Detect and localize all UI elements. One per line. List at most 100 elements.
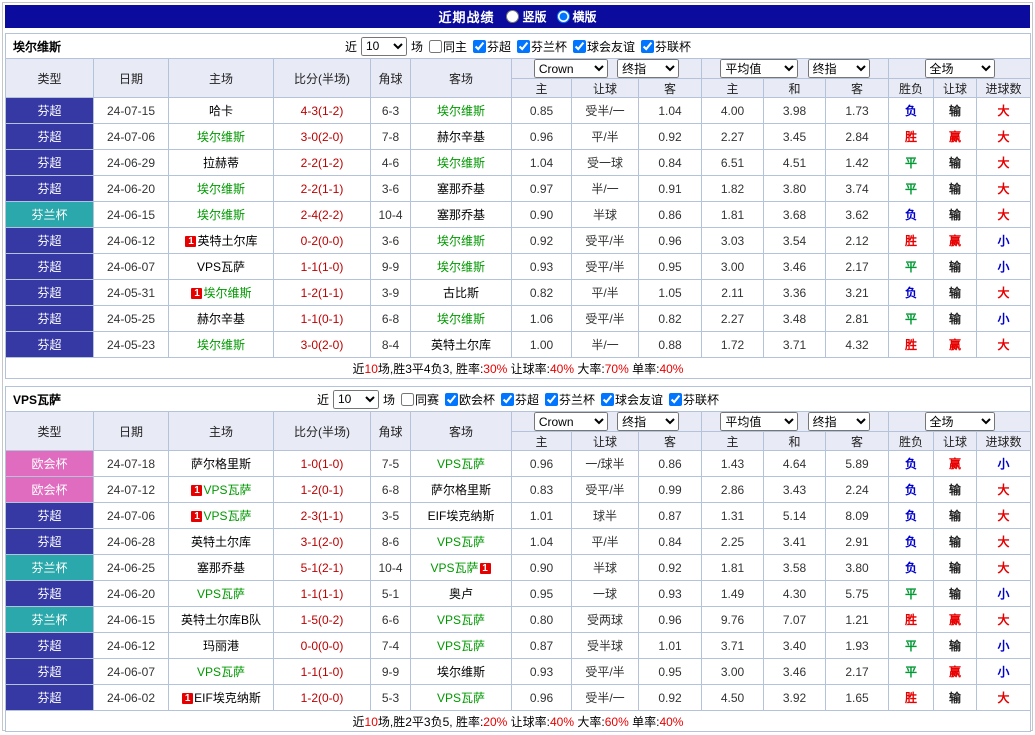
match-row: 欧会杯24-07-121VPS瓦萨1-2(0-1)6-8萨尔格里斯0.83受平/… <box>6 477 1031 503</box>
goals-result-cell: 大 <box>977 280 1031 306</box>
league-type-cell: 芬超 <box>6 685 94 711</box>
match-row: 芬超24-06-07VPS瓦萨1-1(1-0)9-9埃尔维斯0.93受平/半0.… <box>6 659 1031 685</box>
handicap-result-cell: 输 <box>934 503 977 529</box>
filter-checkbox[interactable] <box>517 40 530 53</box>
col-header-away: 客场 <box>411 59 512 98</box>
filter-芬联杯[interactable]: 芬联杯 <box>669 391 719 408</box>
odds-stage-select[interactable]: 终指 <box>617 59 679 78</box>
filter-checkbox[interactable] <box>573 40 586 53</box>
filter-芬兰杯[interactable]: 芬兰杯 <box>517 38 567 55</box>
fulltime-select[interactable]: 全场 <box>925 59 995 78</box>
result-cell: 负 <box>889 451 934 477</box>
away-team-cell: 塞那乔基 <box>411 176 512 202</box>
filter-label: 芬超 <box>487 38 511 55</box>
filter-checkbox[interactable] <box>473 40 486 53</box>
avg-draw-cell: 3.40 <box>764 633 826 659</box>
average-select[interactable]: 平均值 <box>720 59 798 78</box>
col-header-away: 客场 <box>411 412 512 451</box>
match-date-cell: 24-07-06 <box>94 124 169 150</box>
home-team-cell: 1埃尔维斯 <box>169 280 274 306</box>
summary-part: 近 <box>353 362 365 376</box>
match-count-select[interactable]: 10 <box>361 37 407 56</box>
away-team-cell: VPS瓦萨 <box>411 529 512 555</box>
handicap-line-cell: 受平/半 <box>572 306 639 332</box>
filter-checkbox[interactable] <box>445 393 458 406</box>
away-team-cell: VPS瓦萨 <box>411 451 512 477</box>
filter-checkbox[interactable] <box>601 393 614 406</box>
filter-同赛[interactable]: 同赛 <box>401 391 439 408</box>
col-header-odds-away: 客 <box>639 432 702 451</box>
odds-home-cell: 0.97 <box>512 176 572 202</box>
bookmaker-select[interactable]: Crown <box>534 59 608 78</box>
team-name: VPS瓦萨 <box>13 391 61 408</box>
filter-芬兰杯[interactable]: 芬兰杯 <box>545 391 595 408</box>
avg-stage-select[interactable]: 终指 <box>808 412 870 431</box>
home-team-name: 拉赫蒂 <box>203 156 239 170</box>
avg-away-cell: 3.62 <box>826 202 889 228</box>
filter-checkbox[interactable] <box>545 393 558 406</box>
result-cell: 负 <box>889 280 934 306</box>
summary-part: 场,胜3平4负3, <box>378 362 456 376</box>
odds-away-cell: 0.93 <box>639 581 702 607</box>
odds-home-cell: 1.01 <box>512 503 572 529</box>
bookmaker-select[interactable]: Crown <box>534 412 608 431</box>
avg-stage-select[interactable]: 终指 <box>808 59 870 78</box>
title-bar: 近期战绩 竖版横版 <box>5 5 1030 28</box>
corner-cell: 5-1 <box>371 581 411 607</box>
layout-option-vertical[interactable]: 竖版 <box>506 8 546 25</box>
filter-芬联杯[interactable]: 芬联杯 <box>641 38 691 55</box>
match-row: 芬兰杯24-06-25塞那乔基5-1(2-1)10-4VPS瓦萨10.90半球0… <box>6 555 1031 581</box>
handicap-line-cell: 半/一 <box>572 332 639 358</box>
corner-cell: 5-3 <box>371 685 411 711</box>
filter-label: 芬超 <box>515 391 539 408</box>
home-team-name: 埃尔维斯 <box>197 208 245 222</box>
col-header-odds-away: 客 <box>639 79 702 98</box>
filter-checkbox[interactable] <box>669 393 682 406</box>
fulltime-select[interactable]: 全场 <box>925 412 995 431</box>
away-team-cell: 英特土尔库 <box>411 332 512 358</box>
result-cell: 胜 <box>889 332 934 358</box>
filter-checkbox[interactable] <box>429 40 442 53</box>
filter-芬超[interactable]: 芬超 <box>501 391 539 408</box>
away-team-cell: VPS瓦萨 <box>411 633 512 659</box>
odds-home-cell: 1.06 <box>512 306 572 332</box>
handicap-result-cell: 输 <box>934 176 977 202</box>
filter-球会友谊[interactable]: 球会友谊 <box>573 38 635 55</box>
home-team-name: 埃尔维斯 <box>197 338 245 352</box>
filter-欧会杯[interactable]: 欧会杯 <box>445 391 495 408</box>
avg-draw-cell: 3.48 <box>764 306 826 332</box>
odds-home-cell: 0.92 <box>512 228 572 254</box>
layout-radio-horizontal[interactable] <box>557 10 570 23</box>
layout-radio-vertical[interactable] <box>506 10 519 23</box>
match-date-cell: 24-06-15 <box>94 202 169 228</box>
odds-away-cell: 0.95 <box>639 254 702 280</box>
score-cell: 4-3(1-2) <box>274 98 371 124</box>
results-page: 近期战绩 竖版横版 埃尔维斯 近 10 <box>2 2 1033 731</box>
avg-away-cell: 2.81 <box>826 306 889 332</box>
filter-芬超[interactable]: 芬超 <box>473 38 511 55</box>
summary-part: 让球率: <box>511 715 550 729</box>
odds-away-cell: 0.86 <box>639 202 702 228</box>
handicap-result-cell: 输 <box>934 98 977 124</box>
col-header-home: 主场 <box>169 59 274 98</box>
filter-checkbox[interactable] <box>641 40 654 53</box>
avg-away-cell: 8.09 <box>826 503 889 529</box>
match-row: 芬超24-07-061VPS瓦萨2-3(1-1)3-5EIF埃克纳斯1.01球半… <box>6 503 1031 529</box>
filter-球会友谊[interactable]: 球会友谊 <box>601 391 663 408</box>
result-cell: 胜 <box>889 124 934 150</box>
away-team-cell: 埃尔维斯 <box>411 98 512 124</box>
avg-draw-cell: 5.14 <box>764 503 826 529</box>
average-select[interactable]: 平均值 <box>720 412 798 431</box>
match-date-cell: 24-06-28 <box>94 529 169 555</box>
filter-同主[interactable]: 同主 <box>429 38 467 55</box>
layout-option-horizontal[interactable]: 横版 <box>557 8 597 25</box>
league-filter-list: 同赛欧会杯 芬超芬兰杯球会友谊芬联杯 <box>399 391 719 408</box>
home-team-cell: 埃尔维斯 <box>169 124 274 150</box>
away-team-name: VPS瓦萨 <box>437 535 485 549</box>
match-count-select[interactable]: 10 <box>333 390 379 409</box>
score-cell: 1-1(1-0) <box>274 659 371 685</box>
filter-checkbox[interactable] <box>501 393 514 406</box>
odds-stage-select[interactable]: 终指 <box>617 412 679 431</box>
filter-checkbox[interactable] <box>401 393 414 406</box>
match-date-cell: 24-05-31 <box>94 280 169 306</box>
